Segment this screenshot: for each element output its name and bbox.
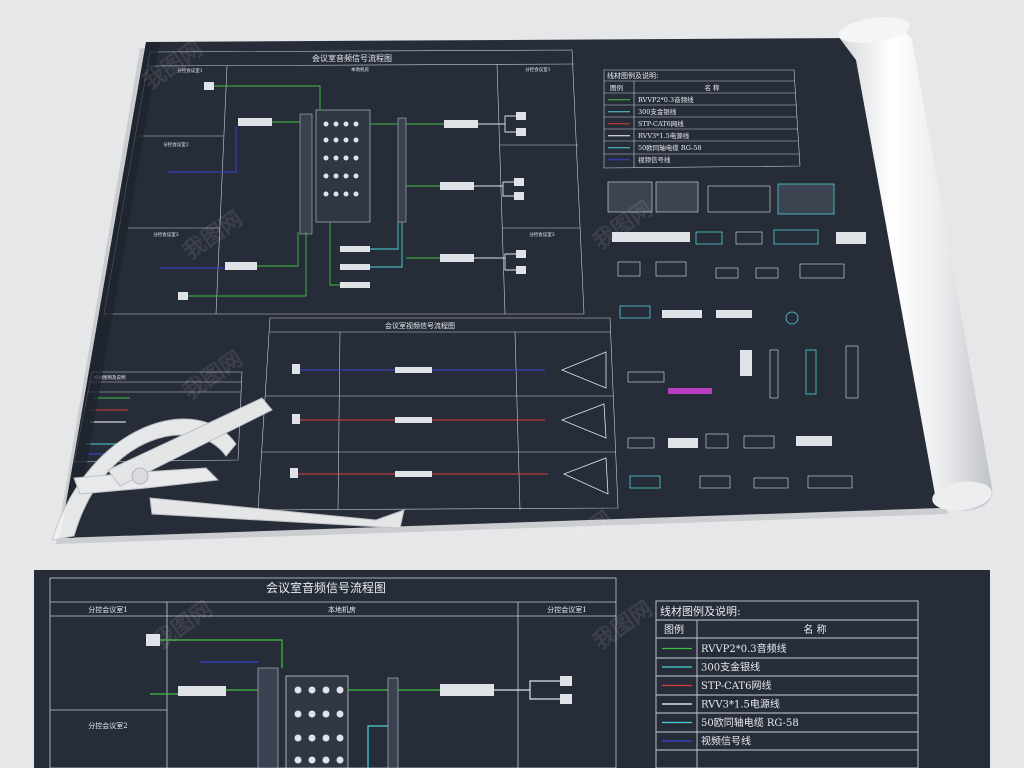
power-amp-3 <box>440 254 474 262</box>
left-room-label-2: 分控会议室2 <box>163 141 188 148</box>
legend-label: RVV3*1.5电源线 <box>701 698 780 711</box>
mic-receiver-2 <box>225 262 257 270</box>
mic-receiver <box>238 118 272 126</box>
legend-label: STP-CAT6网线 <box>638 119 684 128</box>
library-mixer-2 <box>655 181 699 213</box>
bottom-legend-header-col2: 名 称 <box>803 623 826 636</box>
video-device-2 <box>395 417 432 423</box>
bottom-speaker-2 <box>560 694 572 704</box>
library-item <box>668 438 698 448</box>
video-source-1 <box>292 364 300 374</box>
legend-header-col1: 图例 <box>610 83 623 92</box>
wall-panel-1 <box>204 82 214 90</box>
bottom-sheet: 会议室音频信号流程图 分控会议室1 本地机房 分控会议室1 分控会议室2 线材图… <box>34 570 990 768</box>
bottom-mic-receiver <box>178 686 226 696</box>
bottom-section-right: 分控会议室1 <box>547 605 586 614</box>
video-source-2 <box>292 414 300 424</box>
device-c <box>340 282 370 288</box>
legend-title: 线材图例及说明: <box>607 71 658 80</box>
library-display <box>777 183 835 215</box>
matrix-rack <box>299 113 313 235</box>
section-label-right: 分控会议室1 <box>525 66 550 73</box>
bottom-amp-rack <box>387 677 399 768</box>
video-source-3 <box>290 468 298 478</box>
power-amp-2 <box>440 182 474 190</box>
top-sheet: 会议室音频信号流程图 分控会议室1 本地机房 分控会议室1 分控会议室2 分控会… <box>56 38 948 544</box>
bottom-left-room-2: 分控会议室2 <box>88 721 127 730</box>
amp-rack <box>397 117 407 223</box>
protractor-pivot <box>131 467 149 485</box>
video-device-3 <box>395 471 432 477</box>
bottom-section-center: 本地机房 <box>328 605 356 614</box>
library-item <box>662 310 702 318</box>
bottom-section-left: 分控会议室1 <box>88 605 127 614</box>
legend-label: 300支金银线 <box>638 107 677 116</box>
library-projector <box>836 232 866 244</box>
library-item <box>740 350 752 376</box>
audio-title: 会议室音频信号流程图 <box>312 53 392 63</box>
library-item <box>716 310 752 318</box>
wall-panel-3 <box>178 292 188 300</box>
bottom-power-amp <box>440 684 494 696</box>
video-device-1 <box>395 367 432 373</box>
bottom-audio-title: 会议室音频信号流程图 <box>266 580 386 595</box>
left-room-label-3: 分控会议室3 <box>153 231 178 238</box>
legend-label: STP-CAT6网线 <box>701 679 771 692</box>
library-item <box>796 436 832 446</box>
video-title: 会议室视频信号流程图 <box>385 321 455 330</box>
legend-header-col2: 名 称 <box>704 83 720 92</box>
legend-label: 视频信号线 <box>638 155 671 164</box>
bottom-sheet-background <box>34 570 990 768</box>
bottom-matrix-rack <box>257 667 279 768</box>
device-b <box>340 264 370 270</box>
library-item-purple <box>668 388 712 394</box>
bottom-legend-title: 线材图例及说明: <box>660 604 741 618</box>
legend-label: 300支金银线 <box>701 661 760 674</box>
legend-label: 50欧同轴电缆 RG-58 <box>701 716 799 729</box>
right-room-label-3: 分控会议室3 <box>529 231 554 238</box>
section-label-center: 本地机房 <box>351 66 369 73</box>
legend-label: RVVP2*0.3音频线 <box>638 95 694 104</box>
audio-processor-rack <box>315 109 371 223</box>
legend-label: 视频信号线 <box>701 735 751 748</box>
legend-label: RVVP2*0.3音频线 <box>701 642 787 655</box>
legend-label: RVV3*1.5电源线 <box>638 131 690 140</box>
power-amp-1 <box>444 120 478 128</box>
sheet-background <box>60 38 940 538</box>
bottom-speaker-1 <box>560 676 572 686</box>
bottom-legend-header-col1: 图例 <box>664 623 684 636</box>
legend-label: 50欧同轴电缆 RG-58 <box>638 143 702 152</box>
device-a <box>340 246 370 252</box>
scene: 会议室音频信号流程图 分控会议室1 本地机房 分控会议室1 分控会议室2 分控会… <box>34 17 993 768</box>
